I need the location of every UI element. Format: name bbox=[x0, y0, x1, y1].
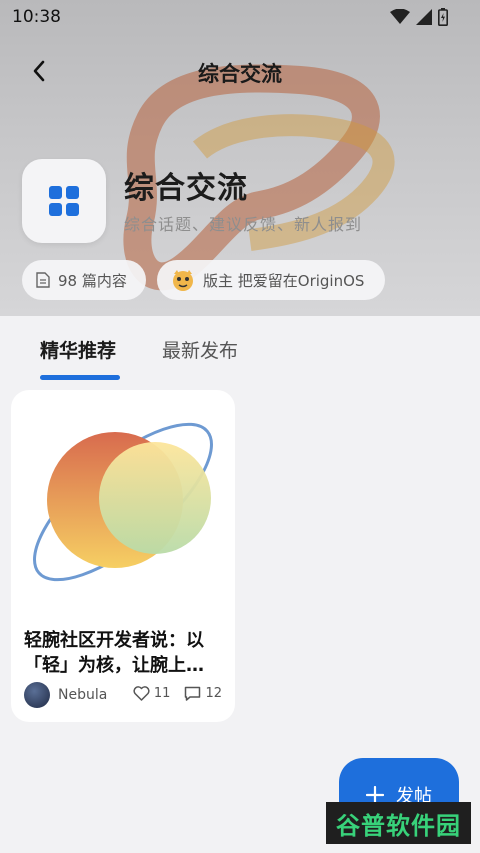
likes-stat[interactable]: 11 bbox=[133, 686, 171, 701]
moderator-avatar-icon bbox=[171, 268, 195, 292]
post-author[interactable]: Nebula bbox=[24, 682, 107, 708]
status-time: 10:38 bbox=[12, 7, 61, 27]
status-bar: 10:38 bbox=[0, 0, 480, 34]
forum-name: 综合交流 bbox=[124, 171, 248, 206]
comments-stat[interactable]: 12 bbox=[184, 686, 222, 701]
post-title: 轻腕社区开发者说：以「轻」为核，让腕上… bbox=[24, 630, 204, 676]
watermark-logo: 谷普软件园 bbox=[326, 802, 471, 844]
battery-icon bbox=[438, 8, 448, 26]
comment-icon bbox=[185, 686, 201, 701]
posts-count: 98 篇内容 bbox=[58, 271, 127, 290]
post-cover-image bbox=[33, 422, 213, 582]
document-icon bbox=[36, 272, 50, 288]
wifi-icon bbox=[390, 9, 410, 24]
forum-avatar bbox=[22, 159, 106, 243]
tab-latest[interactable]: 最新发布 bbox=[162, 336, 238, 363]
post-card[interactable]: 轻腕社区开发者说：以「轻」为核，让腕上… Nebula 11 12 bbox=[11, 390, 235, 722]
moderator-label: 版主 把爱留在OriginOS bbox=[203, 271, 365, 290]
avatar bbox=[24, 682, 50, 708]
page-title: 综合交流 bbox=[198, 62, 282, 86]
posts-count-chip[interactable]: 98 篇内容 bbox=[22, 260, 146, 300]
post-stats: 11 12 bbox=[133, 686, 222, 701]
forum-header: 10:38 综合交流 综合交流 综合话题、建议反馈、新人报到 98 篇内容 版主… bbox=[0, 0, 480, 316]
author-name: Nebula bbox=[58, 687, 108, 703]
forum-description: 综合话题、建议反馈、新人报到 bbox=[124, 215, 363, 234]
moderator-chip[interactable]: 版主 把爱留在OriginOS bbox=[157, 260, 385, 300]
likes-count: 11 bbox=[153, 686, 171, 701]
tab-bar: 精华推荐 最新发布 bbox=[0, 316, 480, 382]
cellular-signal-icon bbox=[416, 9, 432, 25]
grid-icon bbox=[49, 186, 79, 216]
heart-icon bbox=[133, 686, 150, 701]
tab-featured[interactable]: 精华推荐 bbox=[40, 336, 116, 363]
active-tab-indicator bbox=[40, 375, 120, 380]
comments-count: 12 bbox=[205, 686, 222, 701]
